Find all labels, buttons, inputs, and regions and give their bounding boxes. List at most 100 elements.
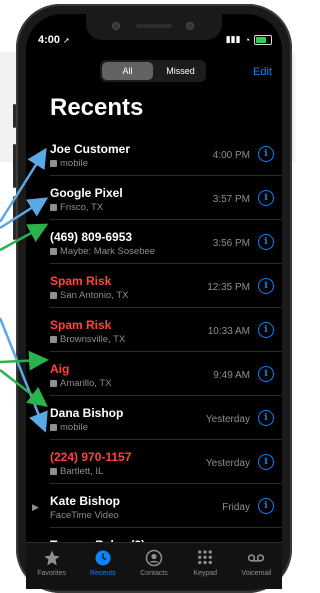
info-icon[interactable]: i	[258, 410, 274, 426]
mute-switch	[13, 104, 16, 128]
tab-label: Keypad	[193, 570, 218, 577]
call-time: Yesterday	[205, 414, 250, 425]
tab-recents[interactable]: Recents	[77, 543, 128, 589]
caller-detail: Bartlett, IL	[50, 466, 103, 477]
call-time: Friday	[222, 502, 250, 513]
tab-keypad[interactable]: Keypad	[180, 543, 231, 589]
phone-type-icon	[50, 204, 57, 211]
info-icon[interactable]: i	[258, 190, 274, 206]
caller-detail-text: San Antonio, TX	[60, 290, 129, 301]
tab-label: Recents	[89, 570, 116, 577]
caller-detail-text: Bartlett, IL	[60, 466, 104, 477]
info-icon[interactable]: i	[258, 146, 274, 162]
call-row[interactable]: (224) 970-1157 Bartlett, IL Yesterday i	[50, 440, 282, 484]
phone-type-icon	[50, 248, 57, 255]
info-icon[interactable]: i	[258, 366, 274, 382]
notch	[86, 14, 222, 40]
tab-label: Voicemail	[241, 570, 272, 577]
phone-type-icon	[50, 336, 57, 343]
caller-detail-text: mobile	[60, 158, 88, 169]
star-icon	[43, 549, 61, 567]
camera-icon	[112, 22, 120, 30]
info-icon[interactable]: i	[258, 498, 274, 514]
call-time: Yesterday	[205, 458, 250, 469]
caller-detail: Maybe: Mark Sosebee	[50, 246, 155, 257]
call-row[interactable]: Google Pixel Frisco, TX 3:57 PM i	[50, 176, 282, 220]
phone-type-icon	[50, 292, 57, 299]
tab-contacts[interactable]: Contacts	[128, 543, 179, 589]
caller-name: Spam Risk	[50, 318, 112, 332]
phone-type-icon	[50, 380, 57, 387]
facetime-video-icon: ▶	[32, 502, 39, 512]
caller-name: Kate Bishop	[50, 494, 121, 508]
call-time: 3:56 PM	[212, 238, 250, 249]
caller-detail: FaceTime Video	[50, 510, 119, 521]
call-time: 3:57 PM	[212, 194, 250, 205]
tab-favorites[interactable]: Favorites	[26, 543, 77, 589]
info-icon[interactable]: i	[258, 454, 274, 470]
status-time: 4:00 ➚	[38, 34, 70, 46]
caller-detail: Frisco, TX	[50, 202, 103, 213]
signal-icon: ▮▮▮	[225, 34, 241, 44]
tab-voicemail[interactable]: Voicemail	[231, 543, 282, 589]
caller-detail: Brownsville, TX	[50, 334, 125, 345]
caller-name: Joe Customer	[50, 142, 131, 156]
volume-down-button	[13, 196, 16, 240]
page-title: Recents	[50, 94, 144, 121]
call-row[interactable]: Aig Amarillo, TX 9:49 AM i	[50, 352, 282, 396]
caller-name: Dana Bishop	[50, 406, 124, 420]
call-row[interactable]: Joe Customer mobile 4:00 PM i	[50, 132, 282, 176]
caller-detail-text: Maybe: Mark Sosebee	[60, 246, 156, 257]
call-time: 12:35 PM	[207, 282, 250, 293]
keypad-icon	[196, 549, 214, 567]
caller-name: (224) 970-1157	[50, 450, 132, 464]
call-row[interactable]: Spam Risk San Antonio, TX 12:35 PM i	[50, 264, 282, 308]
sensor-icon	[186, 22, 194, 30]
caller-name: Google Pixel	[50, 186, 123, 200]
status-icons: ▮▮▮ ◔	[226, 34, 272, 45]
location-arrow-icon: ➚	[63, 36, 70, 45]
phone-type-icon	[50, 160, 57, 167]
filter-missed[interactable]: Missed	[155, 60, 206, 82]
caller-name: Spam Risk	[50, 274, 112, 288]
caller-detail-text: FaceTime Video	[50, 510, 119, 521]
caller-detail: Amarillo, TX	[50, 378, 112, 389]
tab-bar: Favorites Recents Contacts Keypad Voicemail	[26, 542, 282, 589]
voicemail-icon	[247, 549, 265, 567]
caller-name: Aig	[50, 362, 70, 376]
call-row[interactable]: Dana Bishop mobile Yesterday i	[50, 396, 282, 440]
call-time: 9:49 AM	[213, 370, 250, 381]
phone-screen: 4:00 ➚ ▮▮▮ ◔ All Missed Edit Recents Joe…	[26, 14, 282, 589]
volume-up-button	[13, 144, 16, 188]
tab-label: Favorites	[37, 570, 66, 577]
tab-label: Contacts	[140, 570, 168, 577]
wifi-icon: ◔	[244, 34, 250, 45]
recents-list: Joe Customer mobile 4:00 PM i Google Pixel Fr…	[26, 132, 282, 572]
call-row[interactable]: ▶ Kate Bishop FaceTime Video Friday i	[32, 484, 282, 528]
filter-segmented-control[interactable]: All Missed	[100, 60, 206, 82]
caller-detail-text: Frisco, TX	[60, 202, 104, 213]
caller-name: (469) 809-6953	[50, 230, 133, 244]
info-icon[interactable]: i	[258, 234, 274, 250]
caller-detail: San Antonio, TX	[50, 290, 129, 301]
caller-detail: mobile	[50, 422, 88, 433]
phone-type-icon	[50, 424, 57, 431]
call-time: 4:00 PM	[212, 150, 250, 161]
status-time-text: 4:00	[38, 34, 61, 46]
call-row[interactable]: (469) 809-6953 Maybe: Mark Sosebee 3:56 PM…	[50, 220, 282, 264]
phone-type-icon	[50, 468, 57, 475]
caller-detail-text: Amarillo, TX	[60, 378, 112, 389]
battery-icon	[254, 34, 272, 45]
caller-detail: mobile	[50, 158, 88, 169]
caller-detail-text: Brownsville, TX	[60, 334, 126, 345]
info-icon[interactable]: i	[258, 322, 274, 338]
clock-icon	[94, 549, 112, 567]
speaker-grille	[136, 24, 172, 28]
caller-detail-text: mobile	[60, 422, 88, 433]
person-icon	[145, 549, 163, 567]
info-icon[interactable]: i	[258, 278, 274, 294]
edit-button[interactable]: Edit	[253, 66, 272, 78]
call-time: 10:33 AM	[207, 326, 250, 337]
filter-all[interactable]: All	[102, 62, 153, 80]
call-row[interactable]: Spam Risk Brownsville, TX 10:33 AM i	[50, 308, 282, 352]
